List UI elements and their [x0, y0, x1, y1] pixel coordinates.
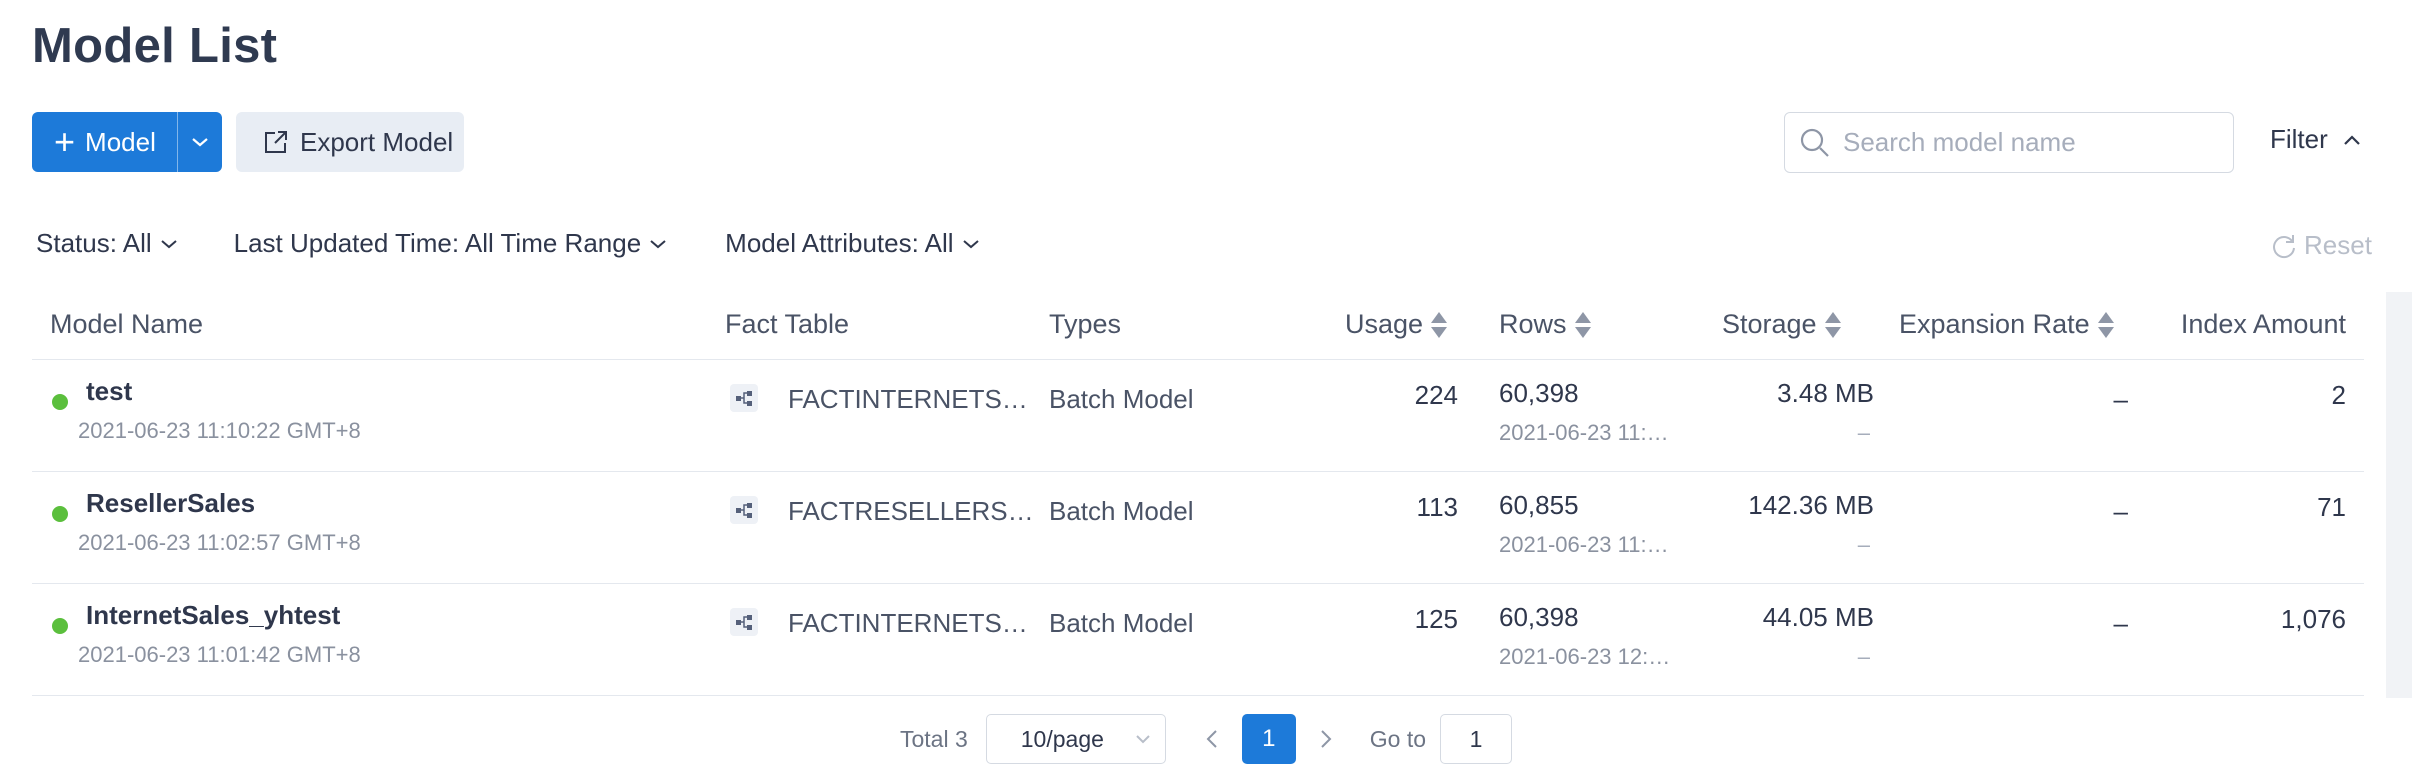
rows-updated-time: 2021-06-23 12:01:42 GMT+8 — [1499, 644, 1675, 669]
pagination-total: Total 3 — [900, 725, 968, 752]
search-input[interactable] — [1843, 127, 2223, 158]
page-number-button[interactable]: 1 — [1241, 714, 1296, 764]
model-name-link[interactable]: ResellerSales — [86, 488, 255, 519]
reset-label: Reset — [2304, 230, 2372, 260]
col-index-amount: Index Amount — [2180, 309, 2346, 339]
col-expansion-rate[interactable]: Expansion Rate — [1899, 309, 2114, 340]
vertical-scrollbar[interactable] — [2386, 292, 2412, 698]
search-icon — [1800, 128, 1829, 157]
table-row[interactable]: InternetSales_yhtest 2021-06-23 11:01:42… — [32, 584, 2364, 696]
add-model-label: Model — [85, 126, 156, 157]
model-attributes-filter[interactable]: Model Attributes: All — [725, 228, 979, 259]
next-page-button[interactable] — [1302, 714, 1350, 764]
export-model-label: Export Model — [300, 126, 454, 157]
sort-icon[interactable] — [1431, 311, 1448, 338]
storage-value: 142.36 MB — [1748, 490, 1874, 520]
col-storage[interactable]: Storage — [1722, 309, 1841, 340]
plus-icon: + — [54, 121, 76, 162]
table-row[interactable]: test 2021-06-23 11:10:22 GMT+8 FACTINTER… — [32, 360, 2364, 472]
storage-value: 44.05 MB — [1762, 602, 1874, 632]
chevron-down-icon — [962, 239, 979, 248]
search-box[interactable] — [1784, 112, 2234, 173]
rows-value: 60,398 — [1499, 602, 1579, 632]
filter-toggle[interactable]: Filter — [2270, 124, 2362, 155]
usage-value: 125 — [1414, 604, 1458, 634]
export-model-button[interactable]: Export Model — [236, 112, 464, 172]
rows-updated-time: 2021-06-23 11:10:22 GMT+8 — [1499, 420, 1675, 445]
storage-sub-value: – — [1857, 420, 1870, 445]
chevron-right-icon — [1321, 730, 1332, 748]
index-amount-value: 2 — [2331, 380, 2346, 410]
rows-value: 60,398 — [1499, 378, 1579, 408]
chevron-down-icon — [650, 239, 666, 248]
export-icon — [265, 131, 287, 153]
filter-bar: Status: All Last Updated Time: All Time … — [36, 228, 980, 259]
col-model-name: Model Name — [50, 309, 204, 339]
model-name-link[interactable]: InternetSales_yhtest — [86, 600, 340, 631]
table-header: Model Name Fact Table Types Usage Rows S… — [32, 292, 2364, 360]
goto-label: Go to — [1369, 725, 1427, 752]
model-updated-time: 2021-06-23 11:02:57 GMT+8 — [78, 530, 361, 555]
model-updated-time: 2021-06-23 11:10:22 GMT+8 — [78, 418, 361, 443]
storage-sub-value: – — [1857, 532, 1870, 557]
prev-page-button[interactable] — [1188, 714, 1236, 764]
chevron-down-icon — [1136, 735, 1150, 744]
last-updated-filter[interactable]: Last Updated Time: All Time Range — [234, 228, 668, 259]
fact-table-name: FACTINTERNETSALES — [788, 384, 1038, 414]
model-table: Model Name Fact Table Types Usage Rows S… — [32, 292, 2364, 696]
filter-label: Filter — [2270, 124, 2328, 154]
chevron-left-icon — [1206, 730, 1217, 748]
add-model-dropdown-button[interactable] — [178, 112, 222, 172]
status-dot — [52, 394, 68, 410]
reset-button[interactable]: Reset — [2270, 230, 2372, 261]
fact-table-name: FACTRESELLERSALES — [788, 496, 1038, 526]
add-model-split-button[interactable]: + Model — [32, 112, 222, 172]
last-updated-filter-label: Last Updated Time: All Time Range — [233, 228, 642, 258]
storage-sub-value: – — [1857, 644, 1870, 669]
status-dot — [52, 506, 68, 522]
status-filter[interactable]: Status: All — [36, 228, 178, 259]
chevron-down-icon — [192, 138, 208, 147]
pagination: Total 3 10/page 1 Go to — [900, 714, 1513, 764]
chevron-up-icon — [2344, 134, 2360, 145]
fact-table-icon — [730, 384, 758, 412]
sort-icon[interactable] — [2097, 311, 2114, 338]
page-size-value: 10/page — [1020, 725, 1104, 752]
status-dot — [52, 618, 68, 634]
page-size-select[interactable]: 10/page — [985, 714, 1166, 764]
usage-value: 224 — [1414, 380, 1458, 410]
model-type: Batch Model — [1049, 384, 1194, 414]
storage-value: 3.48 MB — [1777, 378, 1874, 408]
model-type: Batch Model — [1049, 496, 1194, 526]
model-updated-time: 2021-06-23 11:01:42 GMT+8 — [78, 642, 361, 667]
index-amount-value: 1,076 — [2280, 604, 2346, 634]
model-name-link[interactable]: test — [86, 376, 132, 407]
expansion-rate-value: – — [2113, 384, 2128, 414]
col-rows[interactable]: Rows — [1499, 309, 1591, 340]
rows-value: 60,855 — [1499, 490, 1579, 520]
chevron-down-icon — [160, 239, 177, 248]
add-model-button[interactable]: + Model — [32, 112, 178, 172]
model-type: Batch Model — [1049, 608, 1194, 638]
fact-table-icon — [730, 608, 758, 636]
col-types: Types — [1049, 309, 1122, 339]
fact-table-name: FACTINTERNETSALES — [788, 608, 1038, 638]
rows-updated-time: 2021-06-23 11:02:57 GMT+8 — [1499, 532, 1675, 557]
status-filter-label: Status: All — [36, 228, 152, 258]
sort-icon[interactable] — [1574, 311, 1591, 338]
col-fact-table: Fact Table — [725, 309, 850, 339]
usage-value: 113 — [1416, 492, 1458, 522]
refresh-icon — [2273, 234, 2295, 258]
goto-page-input[interactable] — [1440, 714, 1513, 764]
expansion-rate-value: – — [2113, 496, 2128, 526]
model-attributes-filter-label: Model Attributes: All — [725, 228, 954, 258]
page-title: Model List — [32, 19, 278, 73]
table-row[interactable]: ResellerSales 2021-06-23 11:02:57 GMT+8 … — [32, 472, 2364, 584]
fact-table-icon — [730, 496, 758, 524]
expansion-rate-value: – — [2113, 608, 2128, 638]
index-amount-value: 71 — [2317, 492, 2346, 522]
col-usage[interactable]: Usage — [1345, 309, 1448, 340]
sort-icon[interactable] — [1824, 311, 1841, 338]
